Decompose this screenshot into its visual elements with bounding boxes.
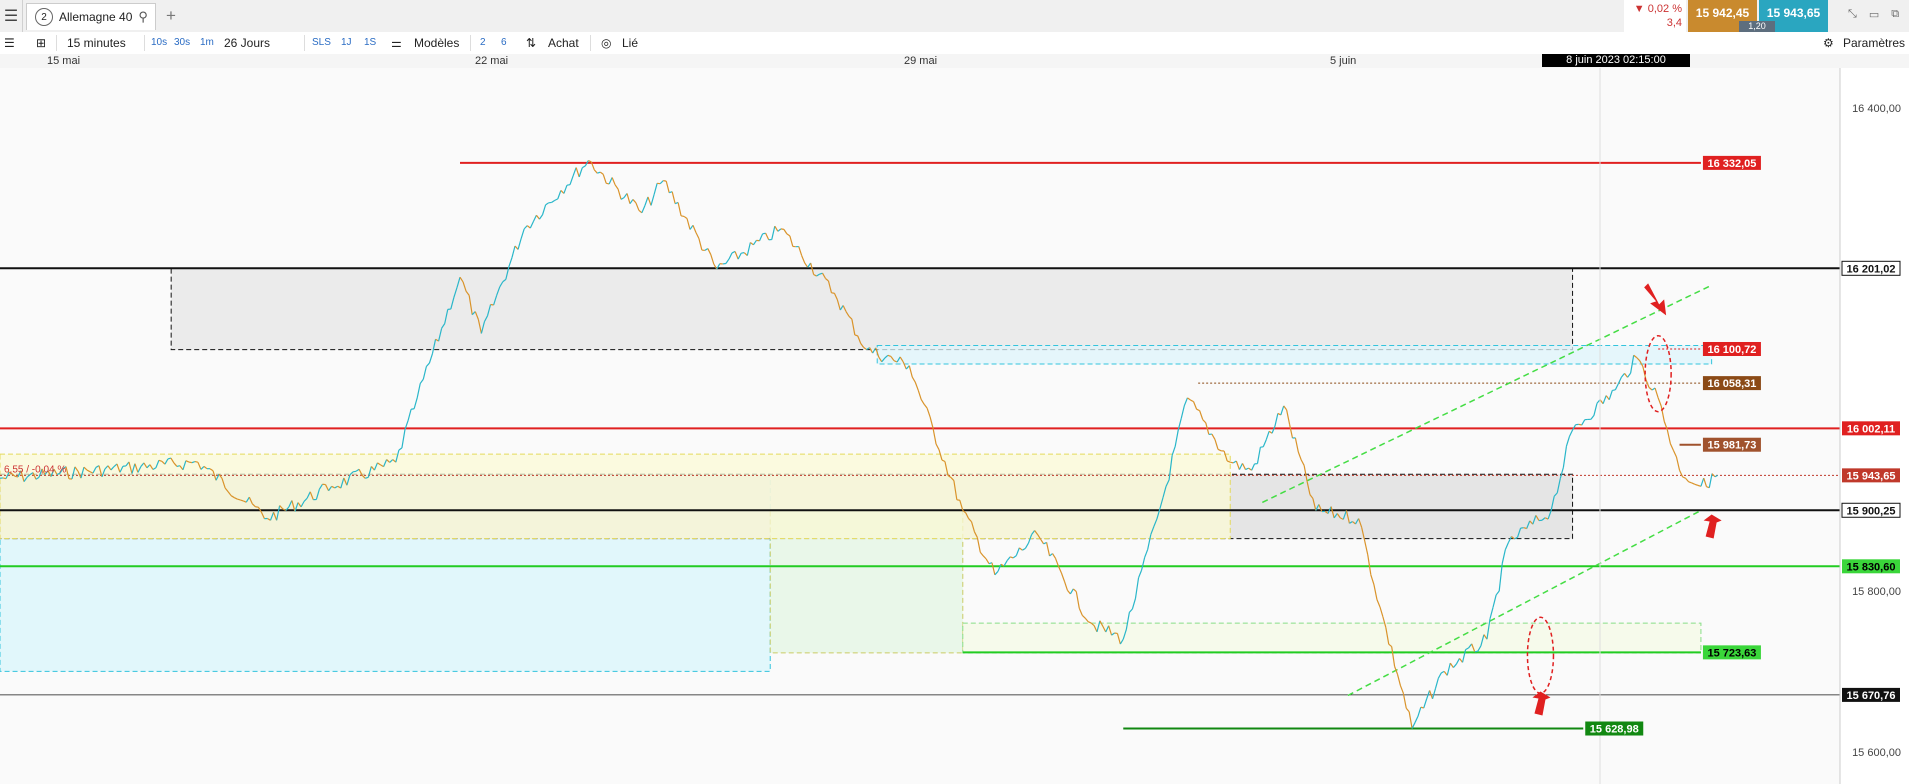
interval-select[interactable]: 15 minutes [67, 36, 126, 50]
price-tag: 15 723,63 [1702, 645, 1761, 660]
price-tag-label: 15 900,25 [1847, 505, 1896, 517]
period-1j[interactable]: 1J [341, 37, 352, 48]
tab-bar: ☰ 2 Allemagne 40 ⚲ + ▼ 0,02 % 3,4 15 942… [0, 0, 1909, 33]
settings-button[interactable]: Paramètres [1843, 36, 1905, 50]
minimize-icon[interactable]: ▭ [1869, 8, 1879, 21]
change-absolute: 3,4 [1666, 17, 1682, 29]
price-tag-label: 16 058,31 [1707, 378, 1756, 390]
bid-price: 15 942,45 [1695, 6, 1750, 20]
date-label: 15 mai [47, 55, 81, 67]
buy-icon[interactable]: ⇅ [526, 36, 536, 50]
price-segment [566, 184, 571, 186]
zone-rect [170, 267, 1574, 351]
price-tag: 15 900,25 [1841, 502, 1901, 518]
y-tick-label: 16 400,00 [1852, 103, 1901, 115]
price-tag: 16 201,02 [1841, 260, 1901, 276]
price-tag-label: 15 670,76 [1847, 690, 1896, 702]
settings-icon[interactable]: ⚙ [1823, 36, 1834, 50]
price-segment [194, 461, 199, 463]
price-segment [237, 498, 241, 501]
layout-2[interactable]: 2 [480, 37, 486, 48]
collapse-icon[interactable]: ⤡ [1848, 8, 1857, 21]
price-segment [352, 470, 357, 473]
price-tag-label: 16 201,02 [1847, 263, 1896, 275]
zone-rect [962, 622, 1702, 654]
search-icon[interactable]: ⚲ [138, 9, 148, 25]
price-tag: 16 100,72 [1702, 341, 1761, 356]
y-tick-label: 15 800,00 [1852, 586, 1901, 598]
price-segment [680, 215, 685, 218]
price-tag: 15 943,65 [1842, 468, 1900, 483]
price-segment [188, 461, 193, 464]
menu-icon[interactable]: ☰ [0, 0, 23, 32]
date-axis: 15 mai 22 mai 29 mai 5 juin 8 juin 2023 … [0, 54, 1909, 69]
price-tag-label: 15 723,63 [1707, 647, 1756, 659]
layout-6[interactable]: 6 [501, 37, 507, 48]
popout-icon[interactable]: ⧉ [1891, 8, 1899, 21]
chart-toolbar: ☰ ⊞ 15 minutes 10s 30s 1m 26 Jours SLS 1… [0, 32, 1909, 55]
price-tag-label: 16 002,11 [1847, 423, 1895, 435]
price-tag: 15 628,98 [1585, 721, 1644, 736]
add-tab-icon[interactable]: + [166, 6, 176, 26]
y-tick-label: 15 600,00 [1852, 747, 1901, 759]
price-tag: 16 058,31 [1702, 376, 1761, 391]
buy-button[interactable]: Achat [548, 36, 579, 50]
plot-background [0, 68, 1840, 784]
linked-button[interactable]: Lié [622, 36, 638, 50]
price-tag-label: 15 981,73 [1707, 440, 1756, 452]
price-tag-label: 15 830,60 [1847, 561, 1896, 573]
period-sls[interactable]: SLS [312, 37, 331, 48]
price-tag: 15 981,73 [1702, 437, 1761, 452]
price-tag-label: 15 943,65 [1847, 470, 1896, 482]
models-button[interactable]: Modèles [414, 36, 459, 50]
interval-30s[interactable]: 30s [174, 37, 190, 48]
date-label: 5 juin [1330, 55, 1357, 67]
period-select[interactable]: 26 Jours [224, 36, 270, 50]
interval-1m[interactable]: 1m [200, 37, 214, 48]
price-segment [1474, 650, 1478, 653]
cursor-date-label: 8 juin 2023 02:15:00 [1542, 54, 1690, 67]
price-tag: 15 670,76 [1842, 687, 1900, 702]
price-tag: 15 830,60 [1842, 559, 1900, 574]
change-annotation: 6,55 / -0,04 % [4, 464, 66, 475]
price-tag: 16 332,05 [1702, 155, 1761, 170]
tab-number-badge: 2 [35, 8, 53, 26]
change-indicator: ▼ 0,02 % 3,4 [1624, 0, 1686, 32]
period-1s[interactable]: 1S [364, 37, 376, 48]
price-segment [741, 252, 745, 254]
price-chart[interactable]: 6,55 / -0,04 % 16 400,00 15 800,00 15 600,0… [0, 68, 1909, 784]
interval-10s[interactable]: 10s [151, 37, 167, 48]
tab-title: Allemagne 40 [59, 10, 133, 24]
spread-badge: 1,20 [1739, 21, 1775, 32]
link-icon[interactable]: ◎ [601, 36, 611, 50]
chart-tab[interactable]: 2 Allemagne 40 ⚲ [26, 3, 156, 30]
layout-icon[interactable]: ⊞ [36, 36, 46, 50]
models-icon[interactable]: ⚌ [391, 36, 402, 50]
price-segment [1230, 461, 1234, 464]
price-segment [1612, 389, 1616, 392]
change-percent: ▼ 0,02 % [1633, 3, 1682, 15]
date-label: 29 mai [904, 55, 938, 67]
window-controls: ⤡ ▭ ⧉ ✕ [1848, 8, 1909, 21]
price-segment [167, 457, 172, 460]
zone-rect [876, 345, 1713, 365]
date-label: 22 mai [475, 55, 509, 67]
price-tag-label: 16 100,72 [1707, 344, 1756, 356]
zone-rect [0, 453, 1231, 540]
price-tag-label: 15 628,98 [1590, 724, 1639, 736]
price-tag-label: 16 332,05 [1707, 158, 1756, 170]
list-icon[interactable]: ☰ [4, 36, 15, 50]
ask-price: 15 943,65 [1766, 6, 1821, 20]
price-tag: 16 002,11 [1842, 421, 1900, 436]
